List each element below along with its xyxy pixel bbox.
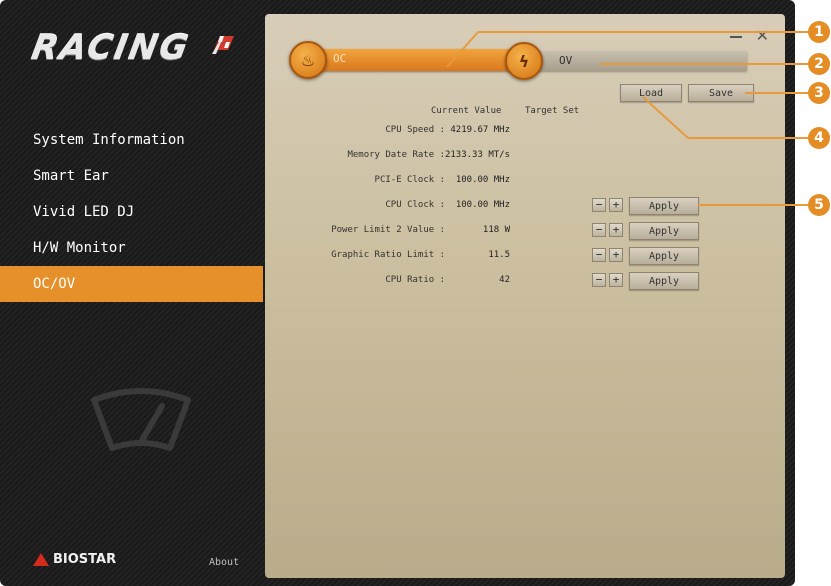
row-value: 100.00 MHz	[455, 175, 510, 185]
logo-text: RACING	[28, 28, 193, 68]
tab-ov-label: OV	[559, 54, 573, 67]
row-label: PCI-E Clock :	[374, 175, 445, 185]
increment-button[interactable]: +	[609, 248, 623, 262]
row-label: CPU Clock :	[385, 200, 445, 210]
table-row: Graphic Ratio Limit : 11.5 − + Apply	[265, 247, 785, 267]
sidebar-item-system-information[interactable]: System Information	[0, 122, 263, 158]
minimize-icon[interactable]	[729, 36, 742, 38]
wiper-icon	[91, 388, 191, 451]
increment-button[interactable]: +	[609, 198, 623, 212]
row-value: 11.5	[488, 250, 510, 260]
header-current-value: Current Value	[431, 106, 502, 116]
sidebar-item-label: Vivid LED DJ	[33, 204, 135, 220]
table-row: PCI-E Clock : 100.00 MHz	[265, 172, 785, 192]
table-row: CPU Clock : 100.00 MHz − + Apply	[265, 197, 785, 217]
row-value: 42	[499, 275, 510, 285]
sidebar-item-hw-monitor[interactable]: H/W Monitor	[0, 230, 263, 266]
row-label: Power Limit 2 Value :	[331, 225, 445, 235]
decrement-button[interactable]: −	[592, 248, 606, 262]
table-row: CPU Ratio : 42 − + Apply	[265, 272, 785, 292]
sidebar-item-label: System Information	[33, 132, 185, 148]
callout-badge-5: 5	[808, 194, 830, 216]
tab-ov[interactable]: ϟ OV	[505, 42, 747, 80]
row-value: 4219.67 MHz	[450, 125, 510, 135]
callout-badge-3: 3	[808, 82, 830, 104]
increment-button[interactable]: +	[609, 273, 623, 287]
sidebar-item-label: OC/OV	[33, 276, 76, 292]
row-value: 2133.33 MT/s	[444, 150, 510, 160]
row-value: 100.00 MHz	[455, 200, 510, 210]
sidebar-item-label: H/W Monitor	[33, 240, 126, 256]
apply-button[interactable]: Apply	[629, 272, 699, 290]
apply-button[interactable]: Apply	[629, 247, 699, 265]
row-label: CPU Speed :	[385, 125, 445, 135]
table-row: Memory Date Rate : 2133.33 MT/s	[265, 147, 785, 167]
flame-icon: ♨	[289, 41, 327, 79]
app-window: RACING System Information Smart Ear Vivi…	[0, 0, 795, 586]
content-panel: ✕ ♨ OC ϟ OV Load Save Current Value Targ…	[265, 14, 785, 578]
sidebar-item-vivid-led-dj[interactable]: Vivid LED DJ	[0, 194, 263, 230]
sidebar-item-label: Smart Ear	[33, 168, 109, 184]
close-icon[interactable]: ✕	[756, 28, 769, 44]
decrement-button[interactable]: −	[592, 198, 606, 212]
row-label: Graphic Ratio Limit :	[331, 250, 445, 260]
row-value: 118 W	[482, 225, 510, 235]
table-row: Power Limit 2 Value : 118 W − + Apply	[265, 222, 785, 242]
biostar-triangle-icon	[33, 553, 49, 566]
save-button[interactable]: Save	[688, 84, 754, 102]
brand-text: BIOSTAR	[53, 552, 117, 567]
lightning-icon: ϟ	[505, 42, 543, 80]
sidebar-item-smart-ear[interactable]: Smart Ear	[0, 158, 263, 194]
header-target-set: Target Set	[525, 106, 580, 116]
sidebar-item-oc-ov[interactable]: OC/OV	[0, 266, 263, 302]
decrement-button[interactable]: −	[592, 223, 606, 237]
increment-button[interactable]: +	[609, 223, 623, 237]
decrement-button[interactable]: −	[592, 273, 606, 287]
load-button[interactable]: Load	[620, 84, 682, 102]
window-controls: ✕	[729, 28, 769, 44]
apply-button[interactable]: Apply	[629, 197, 699, 215]
callout-badge-2: 2	[808, 53, 830, 75]
tab-oc-label: OC	[333, 52, 347, 65]
row-label: CPU Ratio :	[385, 275, 445, 285]
about-link[interactable]: About	[209, 557, 239, 568]
tab-oc[interactable]: ♨ OC	[289, 41, 529, 79]
callout-badge-1: 1	[808, 21, 830, 43]
flag-icon	[212, 36, 234, 54]
racing-logo: RACING	[28, 28, 234, 68]
sidebar-nav: System Information Smart Ear Vivid LED D…	[0, 122, 263, 302]
table-row: CPU Speed : 4219.67 MHz	[265, 122, 785, 142]
callout-badge-4: 4	[808, 127, 830, 149]
apply-button[interactable]: Apply	[629, 222, 699, 240]
row-label: Memory Date Rate :	[347, 150, 445, 160]
biostar-logo: BIOSTAR	[33, 552, 116, 567]
